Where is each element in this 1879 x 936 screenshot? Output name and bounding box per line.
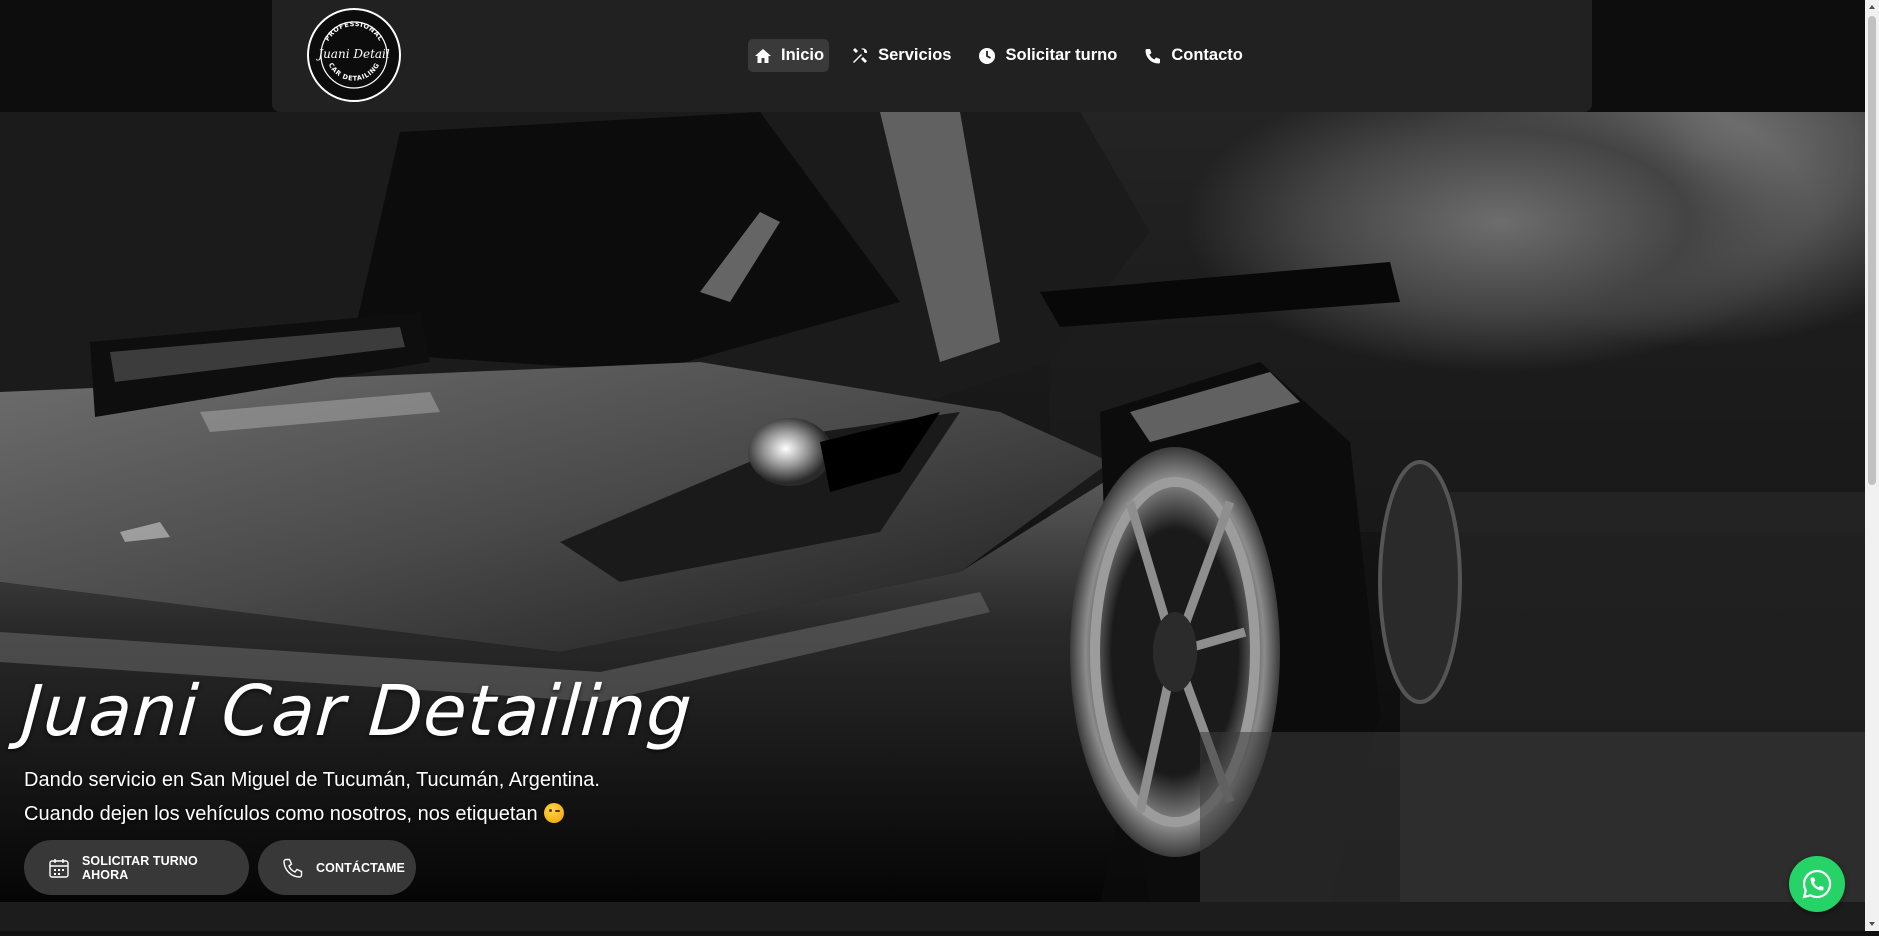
brand-logo[interactable]: PROFESSIONAL Juani Detail CAR DETAILING (307, 8, 401, 102)
hero-subtitle-text: Cuando dejen los vehículos como nosotros… (24, 803, 538, 825)
phone-icon (1144, 47, 1162, 65)
winking-face-emoji-icon (543, 803, 564, 823)
nav-item-solicitar-turno[interactable]: Solicitar turno (972, 39, 1122, 72)
scrollbar-thumb[interactable] (1868, 16, 1876, 485)
page: PROFESSIONAL Juani Detail CAR DETAILING … (0, 0, 1865, 931)
clock-icon (978, 47, 996, 65)
request-appointment-label: SOLICITAR TURNO AHORA (82, 853, 198, 882)
svg-text:CAR DETAILING: CAR DETAILING (327, 61, 382, 82)
logo-emblem-icon: PROFESSIONAL Juani Detail CAR DETAILING (315, 20, 390, 89)
nav-item-inicio[interactable]: Inicio (748, 39, 830, 72)
footer-strip (0, 902, 1865, 931)
main-nav: Inicio Servicios Solicitar turno Contact… (748, 39, 1258, 72)
hero-title: Juani Car Detailing (19, 670, 696, 752)
scroll-down-arrow-icon[interactable] (1865, 917, 1879, 931)
hero-subtitle-line-2: Cuando dejen los vehículos como nosotros… (24, 803, 564, 826)
scrollbar[interactable] (1865, 0, 1879, 931)
whatsapp-button[interactable] (1789, 856, 1845, 912)
nav-item-servicios[interactable]: Servicios (845, 39, 956, 72)
contact-me-button[interactable]: CONTÁCTAME (258, 840, 416, 895)
nav-item-contacto[interactable]: Contacto (1138, 39, 1248, 72)
scroll-up-arrow-icon[interactable] (1865, 0, 1879, 14)
nav-item-label: Solicitar turno (1005, 46, 1118, 64)
contact-me-label: CONTÁCTAME (316, 860, 405, 875)
nav-item-label: Servicios (878, 46, 952, 64)
whatsapp-icon (1802, 869, 1832, 899)
svg-text:PROFESSIONAL: PROFESSIONAL (323, 20, 385, 43)
hero-subtitle-line-1: Dando servicio en San Miguel de Tucumán,… (24, 769, 600, 791)
calendar-icon (48, 857, 70, 879)
tools-icon (851, 47, 869, 65)
request-appointment-button[interactable]: SOLICITAR TURNO AHORA (24, 840, 249, 895)
phone-icon (282, 857, 304, 879)
home-icon (754, 47, 772, 65)
navbar: PROFESSIONAL Juani Detail CAR DETAILING … (272, 0, 1592, 112)
svg-text:Juani Detail: Juani Detail (315, 47, 390, 61)
nav-item-label: Contacto (1171, 46, 1243, 64)
nav-item-label: Inicio (781, 46, 825, 64)
